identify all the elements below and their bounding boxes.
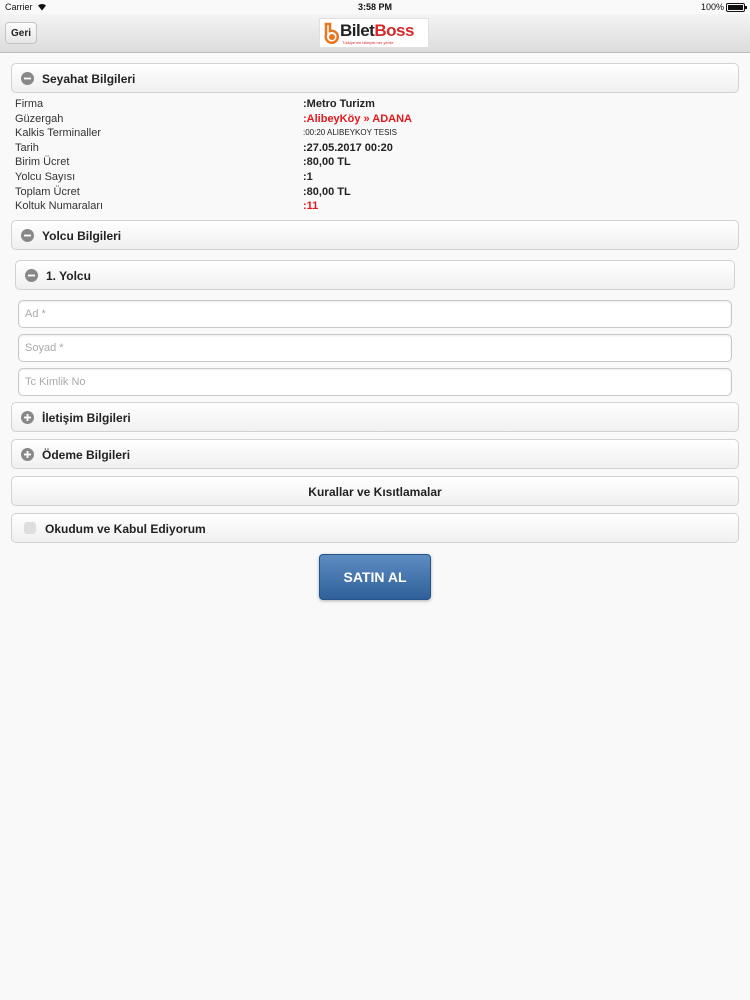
rules-button[interactable]: Kurallar ve Kısıtlamalar bbox=[11, 476, 739, 506]
trip-row-label: Firma bbox=[15, 98, 44, 110]
payment-info-title: Ödeme Bilgileri bbox=[42, 448, 131, 462]
trip-info-title: Seyahat Bilgileri bbox=[42, 72, 136, 86]
trip-row-koltuk: Koltuk Numaraları :11 bbox=[15, 199, 735, 213]
status-bar: Carrier 3:58 PM 100% bbox=[0, 0, 750, 14]
expand-plus-icon bbox=[21, 411, 34, 424]
trip-row-terminal: Kalkis Terminaller :00:20 ALIBEYKOY TESI… bbox=[15, 126, 735, 140]
passenger-info-title: Yolcu Bilgileri bbox=[42, 229, 122, 243]
contact-info-title: İletişim Bilgileri bbox=[42, 411, 131, 425]
trip-row-label: Güzergah bbox=[15, 113, 64, 125]
rules-label: Kurallar ve Kısıtlamalar bbox=[308, 485, 442, 499]
trip-row-value: :80,00 TL bbox=[303, 186, 351, 198]
trip-row-value: :00:20 ALIBEYKOY TESIS bbox=[303, 128, 397, 137]
trip-row-label: Tarih bbox=[15, 142, 39, 154]
battery-percent: 100% bbox=[700, 2, 724, 12]
trip-row-value: :80,00 TL bbox=[303, 156, 351, 168]
trip-row-tarih: Tarih :27.05.2017 00:20 bbox=[15, 141, 735, 155]
tc-kimlik-input[interactable] bbox=[18, 368, 732, 396]
contact-info-section-header[interactable]: İletişim Bilgileri bbox=[11, 402, 739, 432]
agreement-checkbox[interactable] bbox=[24, 522, 36, 534]
agreement-label: Okudum ve Kabul Ediyorum bbox=[45, 522, 206, 536]
trip-row-value: :1 bbox=[303, 171, 313, 183]
collapse-minus-icon bbox=[21, 229, 34, 242]
collapse-minus-icon bbox=[25, 269, 38, 282]
trip-info-section-header[interactable]: Seyahat Bilgileri bbox=[11, 63, 739, 93]
trip-row-label: Toplam Ücret bbox=[15, 186, 80, 198]
logo-mark-icon bbox=[324, 22, 339, 44]
trip-row-value: :Metro Turizm bbox=[303, 98, 375, 110]
buy-button[interactable]: SATIN AL bbox=[319, 554, 431, 600]
trip-row-value: :11 bbox=[303, 200, 319, 212]
app-header: Geri BiletBoss Türkiye'nin biletçisi her… bbox=[0, 14, 750, 53]
collapse-minus-icon bbox=[21, 72, 34, 85]
trip-row-toplam-ucret: Toplam Ücret :80,00 TL bbox=[15, 185, 735, 199]
agreement-row[interactable]: Okudum ve Kabul Ediyorum bbox=[11, 513, 739, 543]
trip-row-label: Yolcu Sayısı bbox=[15, 171, 76, 183]
passenger-1-title: 1. Yolcu bbox=[46, 269, 91, 283]
trip-row-label: Kalkis Terminaller bbox=[15, 127, 101, 139]
trip-row-firma: Firma :Metro Turizm bbox=[15, 97, 735, 111]
last-name-input[interactable] bbox=[18, 334, 732, 362]
trip-row-value: :AlibeyKöy » ADANA bbox=[303, 113, 412, 125]
trip-row-label: Koltuk Numaraları bbox=[15, 200, 104, 212]
trip-row-yolcu-sayisi: Yolcu Sayısı :1 bbox=[15, 170, 735, 184]
first-name-input[interactable] bbox=[18, 300, 732, 328]
logo-wordmark: BiletBoss bbox=[340, 21, 414, 40]
passenger-info-section-header[interactable]: Yolcu Bilgileri bbox=[11, 220, 739, 250]
battery-icon bbox=[726, 3, 747, 12]
biletboss-logo: BiletBoss Türkiye'nin biletçisi her yerd… bbox=[319, 18, 429, 48]
expand-plus-icon bbox=[21, 448, 34, 461]
payment-info-section-header[interactable]: Ödeme Bilgileri bbox=[11, 439, 739, 469]
trip-row-guzergah: Güzergah :AlibeyKöy » ADANA bbox=[15, 112, 735, 126]
logo-tagline: Türkiye'nin biletçisi her yerde bbox=[342, 40, 394, 45]
passenger-1-header[interactable]: 1. Yolcu bbox=[15, 260, 735, 290]
back-button[interactable]: Geri bbox=[5, 22, 37, 44]
trip-row-birim-ucret: Birim Ücret :80,00 TL bbox=[15, 155, 735, 169]
trip-row-label: Birim Ücret bbox=[15, 156, 70, 168]
clock: 3:58 PM bbox=[357, 2, 392, 12]
trip-row-value: :27.05.2017 00:20 bbox=[303, 142, 393, 154]
